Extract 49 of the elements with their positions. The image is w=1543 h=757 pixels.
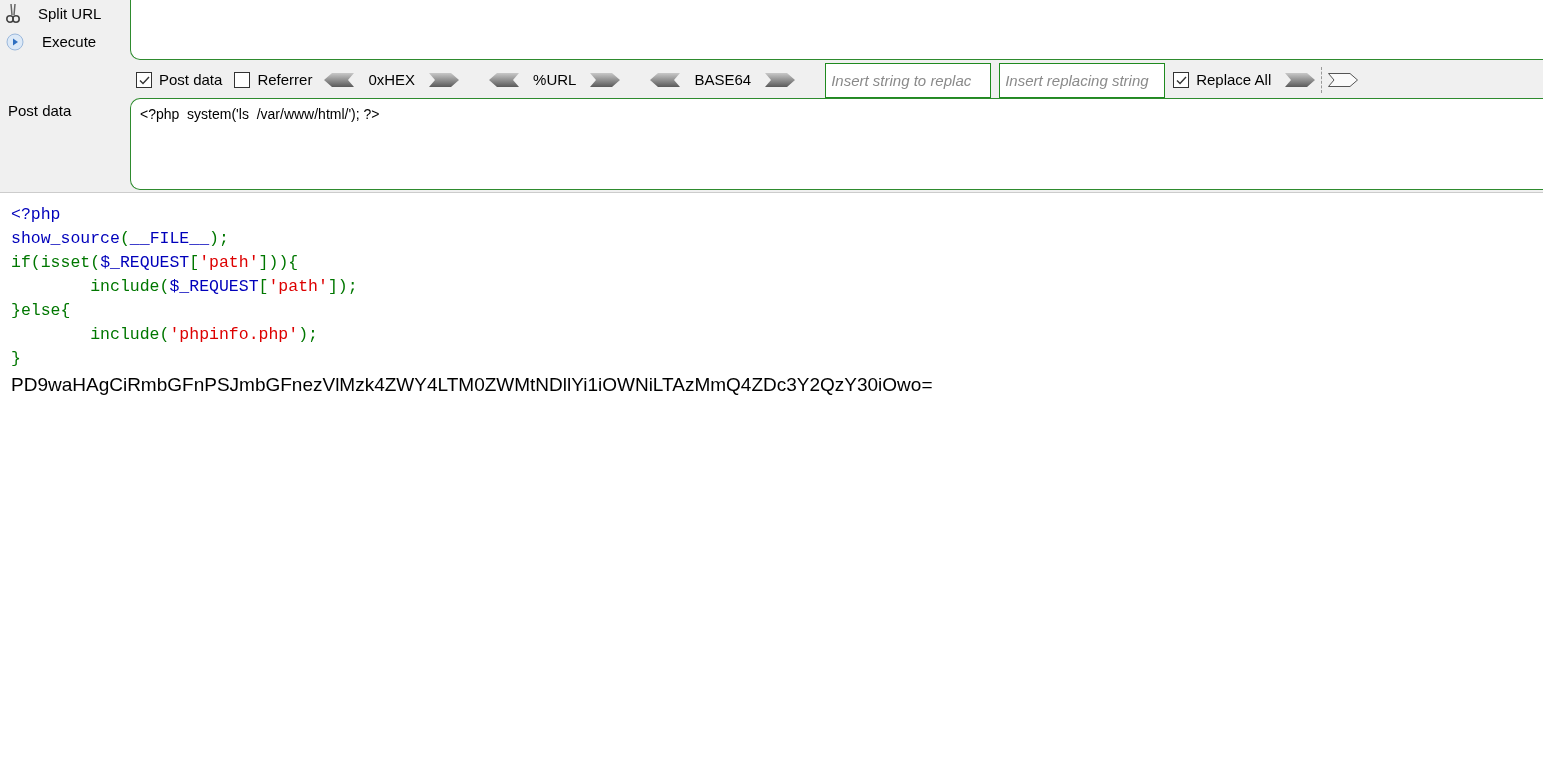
checkbox[interactable] — [234, 72, 251, 88]
play-icon — [6, 33, 24, 51]
code-token: include( — [89, 276, 170, 298]
checkbox-label: Referrer — [257, 69, 313, 90]
left-chevron-icon[interactable] — [324, 73, 355, 87]
code-token: [ — [258, 276, 269, 298]
output-text: PD9waHAgCiRmbGFnPSJmbGFnezVlMzk4ZWY4LTM0ZWMtNDllYi1iOWNiLTAzMmQ4ZDc3Y2QzY30iOwo= — [11, 373, 934, 397]
code-token: ( — [119, 228, 130, 250]
encoder-label: 0xHEX — [368, 69, 416, 90]
code-token: if(isset( — [11, 252, 101, 274]
code-token: 'phpinfo.php' — [169, 324, 299, 346]
code-token: ); — [298, 324, 318, 346]
execute-button[interactable]: Execute — [6, 31, 130, 53]
checkbox[interactable] — [1173, 72, 1190, 88]
left-chevron-icon[interactable] — [489, 73, 520, 87]
code-token: ])){ — [258, 252, 299, 274]
post-data-field[interactable]: <?php system('ls /var/www/html/'); ?> — [130, 98, 1543, 190]
left-chevron-icon[interactable] — [650, 73, 681, 87]
code-token: $_REQUEST — [169, 276, 259, 298]
code-token: <?php — [11, 204, 61, 226]
right-chevron-icon[interactable] — [429, 73, 460, 87]
right-chevron-icon[interactable] — [1328, 73, 1359, 87]
code-token: } — [11, 348, 21, 370]
right-chevron-icon[interactable] — [765, 73, 796, 87]
check-icon — [1175, 75, 1187, 85]
right-chevron-icon[interactable] — [590, 73, 621, 87]
replace-field[interactable]: Insert string to replac — [825, 62, 992, 98]
replace-field[interactable]: Insert replacing string — [999, 62, 1166, 98]
checkbox-label: Replace All — [1196, 69, 1272, 90]
code-token: ); — [209, 228, 229, 250]
split-url-button[interactable]: Split URL — [6, 3, 130, 25]
code-token: }else{ — [11, 300, 71, 322]
code-token: $_REQUEST — [100, 252, 190, 274]
check-icon — [138, 75, 150, 85]
code-token: ]); — [327, 276, 358, 298]
url-field[interactable] — [130, 0, 1543, 60]
code-token: __FILE__ — [129, 228, 210, 250]
scissors-icon — [6, 3, 20, 25]
encoder-label: %URL — [533, 69, 577, 90]
code-token: include( — [89, 324, 170, 346]
right-chevron-icon[interactable] — [1285, 73, 1316, 87]
code-token: show_source — [11, 228, 120, 250]
post-data-label: Post data — [8, 102, 72, 119]
code-token: [ — [189, 252, 200, 274]
encoder-label: BASE64 — [694, 69, 752, 90]
code-token: 'path' — [199, 252, 259, 274]
checkbox-label: Post data — [159, 69, 223, 90]
checkbox[interactable] — [136, 72, 152, 88]
code-token: 'path' — [268, 276, 328, 298]
